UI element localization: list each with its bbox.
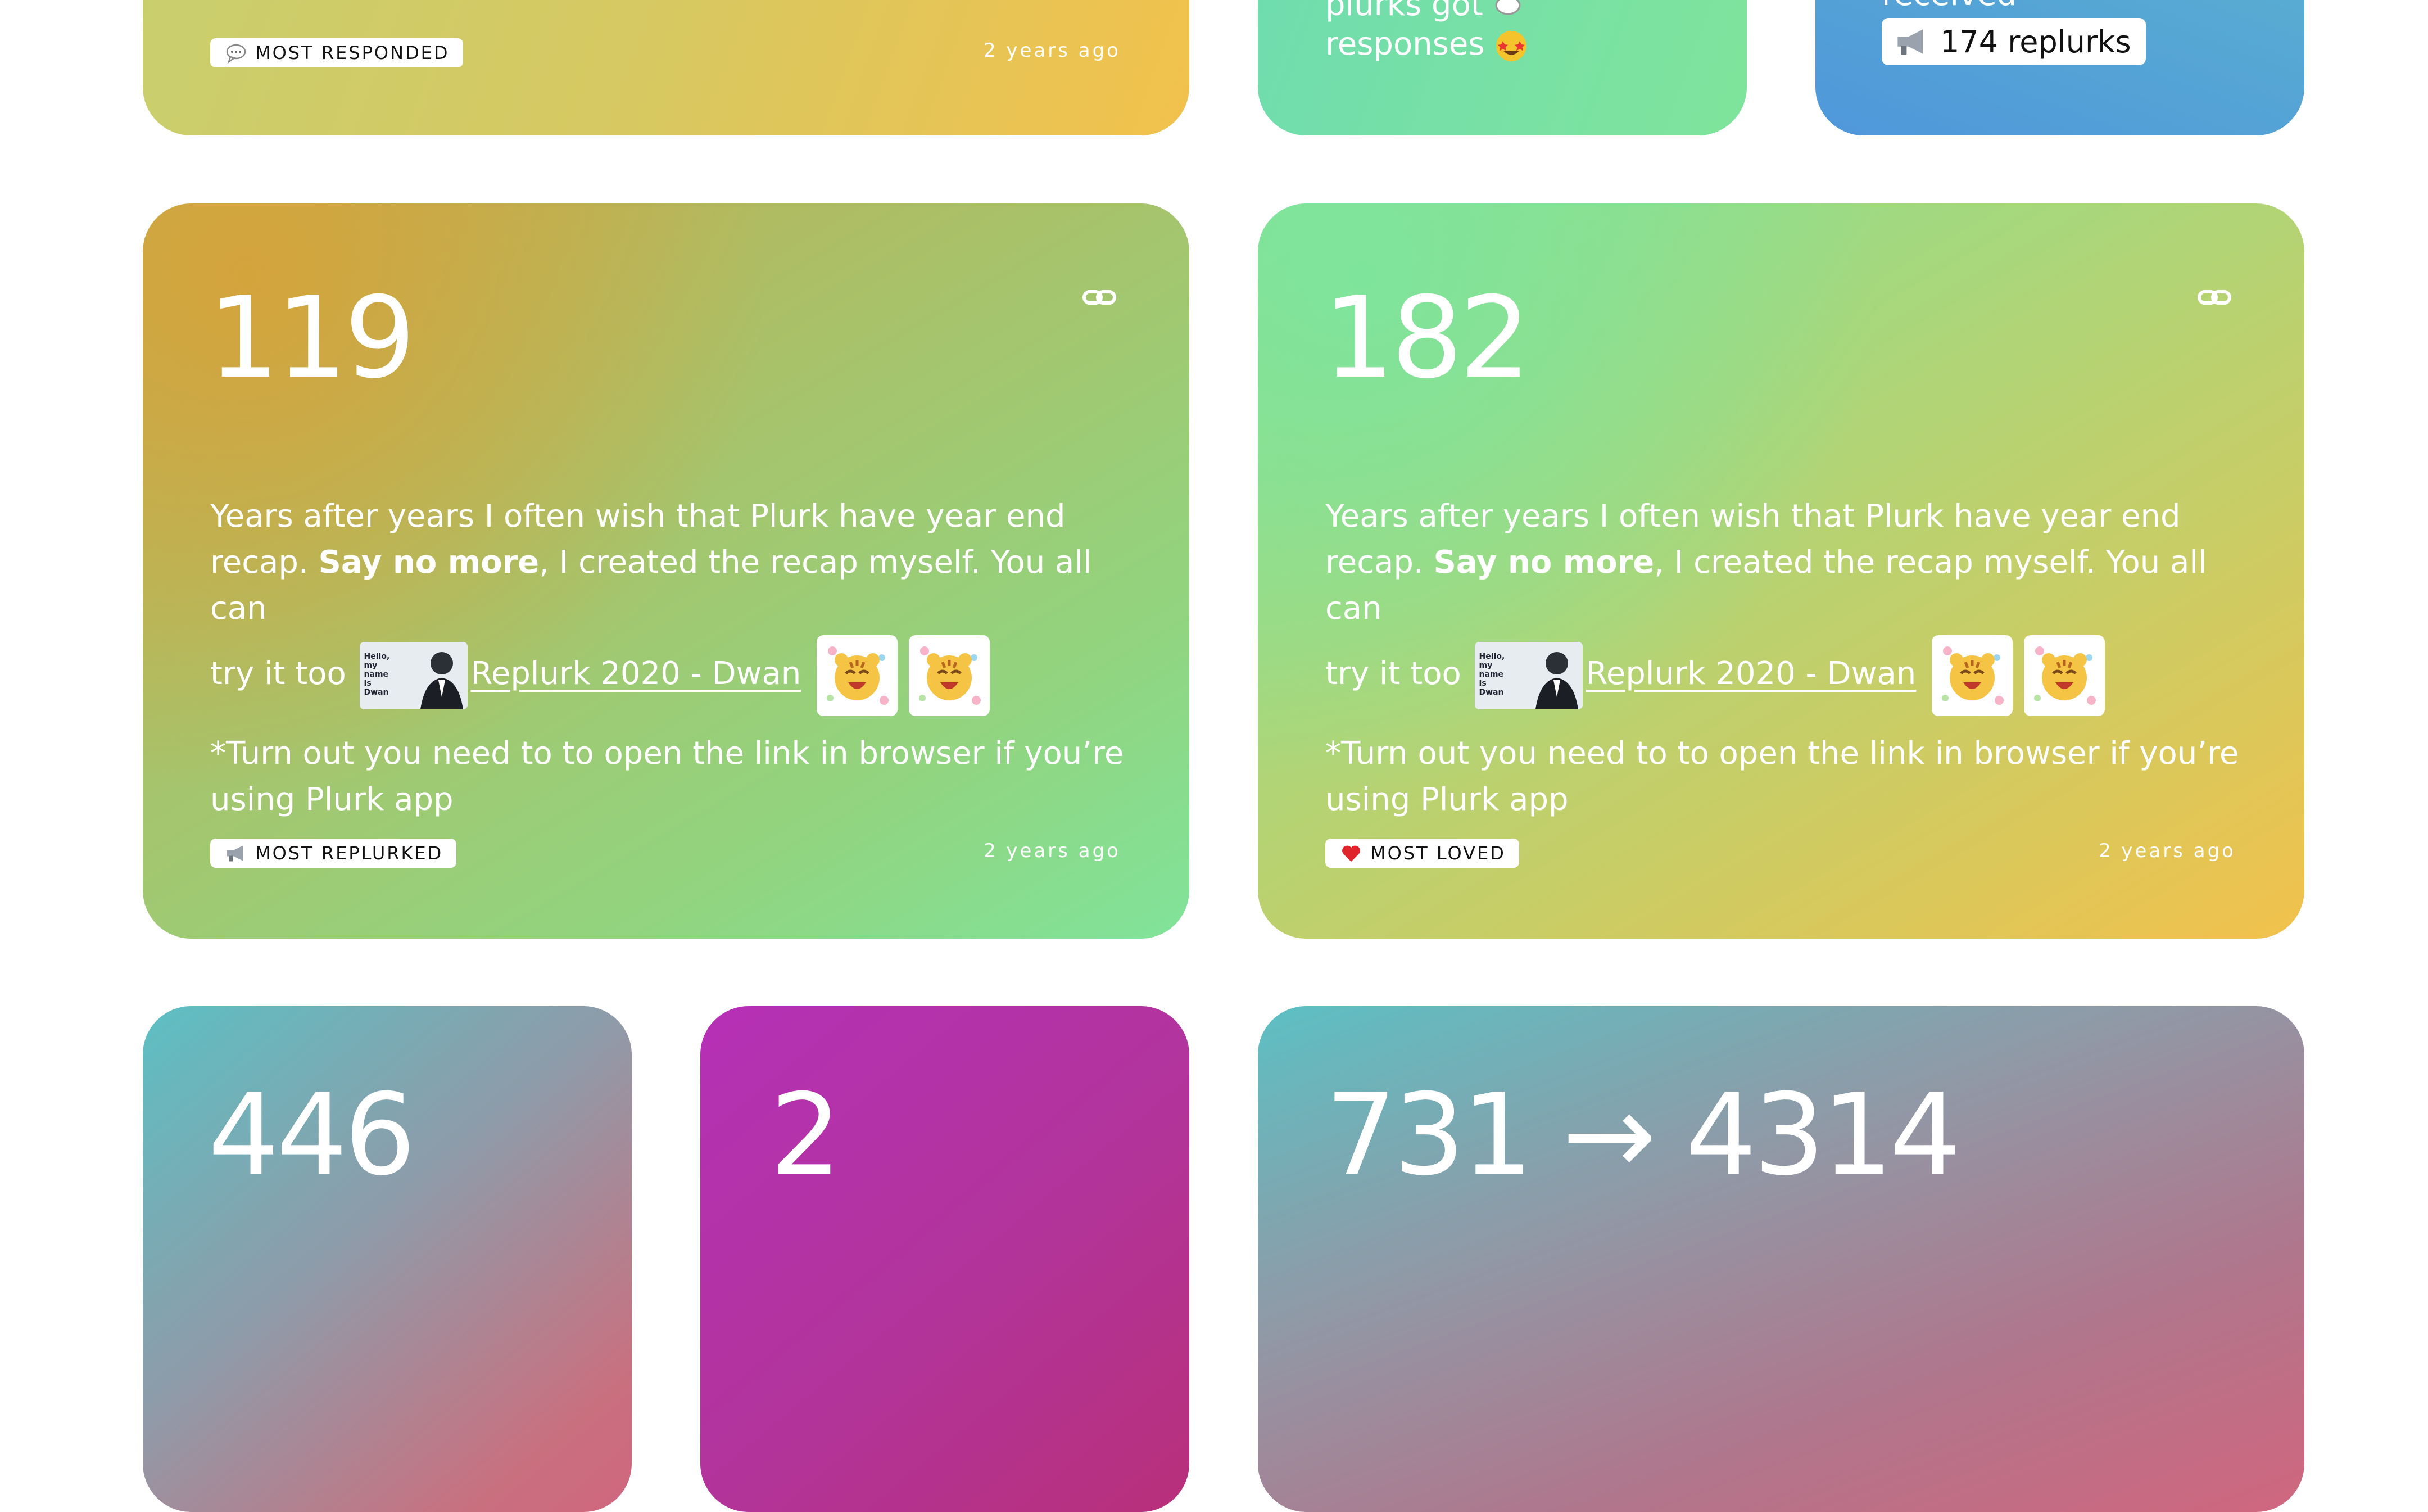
replurk-link[interactable]: Replurk 2020 - Dwan <box>1586 655 1917 692</box>
stat-number: 731 → 4314 <box>1325 1070 1961 1201</box>
stat-number: 2 <box>770 1070 841 1201</box>
replurk-link[interactable]: Replurk 2020 - Dwan <box>471 655 801 692</box>
badge-label: MOST REPLURKED <box>255 843 443 864</box>
post-note-line1: *Turn out you need to to open the link i… <box>1325 735 2239 772</box>
stat-number: 446 <box>208 1070 416 1201</box>
speech-bubble-icon <box>226 44 246 64</box>
stat-card-731-to-4314[interactable]: 731 → 4314 <box>1258 1006 2304 1512</box>
post-content: Years after years I often wish that Plur… <box>1325 494 2258 823</box>
replurk-count-pill: 174 replurks <box>1882 18 2146 65</box>
stat-card-replurks-received[interactable]: received 174 replurks <box>1815 0 2304 135</box>
speech-bubble-icon <box>1495 0 1521 15</box>
badge-most-replurked: MOST REPLURKED <box>210 839 457 868</box>
post-line1: Years after years I often wish that Plur… <box>210 498 1066 535</box>
post-content: Years after years I often wish that Plur… <box>210 494 1143 823</box>
tiger-sticker-icon <box>2024 635 2105 716</box>
post-line3: try it too Hello, my name is Dwan Replur… <box>210 635 1143 716</box>
stat-card-446[interactable]: 446 <box>143 1006 632 1512</box>
stat-card-most-responded[interactable]: MOST RESPONDED 2 years ago <box>143 0 1189 135</box>
stat-card-most-replurked[interactable]: 119 Years after years I often wish that … <box>143 203 1189 939</box>
timestamp: 2 years ago <box>2098 840 2236 862</box>
stat-number: 182 <box>1323 273 1531 404</box>
tiger-sticker-icon <box>909 635 990 716</box>
badge-most-loved: MOST LOVED <box>1325 839 1519 868</box>
post-note-line2: using Plurk app <box>210 781 454 818</box>
badge-most-responded: MOST RESPONDED <box>210 38 463 67</box>
post-bold: Say no more <box>1433 544 1655 581</box>
megaphone-icon <box>1897 29 1923 55</box>
person-photo-icon <box>1535 652 1578 709</box>
megaphone-icon <box>227 845 243 862</box>
badge-label: MOST RESPONDED <box>255 42 450 64</box>
link-thumbnail[interactable]: Hello, my name is Dwan <box>359 642 468 709</box>
thumbnail-text: Hello, my name is Dwan <box>364 652 390 697</box>
post-note-line1: *Turn out you need to to open the link i… <box>210 735 1124 772</box>
card-text-line1: received <box>1882 0 2017 18</box>
heart-icon <box>1342 845 1360 862</box>
stat-card-responses[interactable]: plurks got responses <box>1258 0 1747 135</box>
person-photo-icon <box>420 652 463 709</box>
timestamp: 2 years ago <box>983 39 1121 62</box>
link-thumbnail[interactable]: Hello, my name is Dwan <box>1474 642 1583 709</box>
stat-number: 119 <box>208 273 416 404</box>
star-struck-emoji-icon <box>1496 30 1527 61</box>
post-line3: try it too Hello, my name is Dwan Replur… <box>1325 635 2258 716</box>
post-line2: recap. Say no more, I created the recap … <box>210 544 1092 627</box>
post-note-line2: using Plurk app <box>1325 781 1569 818</box>
tiger-sticker-icon <box>1932 635 2013 716</box>
link-icon[interactable] <box>2198 288 2231 307</box>
post-line1: Years after years I often wish that Plur… <box>1325 498 2181 535</box>
post-line2: recap. Say no more, I created the recap … <box>1325 544 2207 627</box>
tiger-sticker-icon <box>817 635 898 716</box>
card-text-line2: responses <box>1325 21 1528 67</box>
stat-card-most-loved[interactable]: 182 Years after years I often wish that … <box>1258 203 2304 939</box>
link-icon[interactable] <box>1082 288 1116 307</box>
stat-card-2[interactable]: 2 <box>700 1006 1189 1512</box>
badge-label: MOST LOVED <box>1370 843 1506 864</box>
post-bold: Say no more <box>318 544 540 581</box>
timestamp: 2 years ago <box>983 840 1121 862</box>
thumbnail-text: Hello, my name is Dwan <box>1479 652 1505 697</box>
pill-label: 174 replurks <box>1940 24 2131 60</box>
